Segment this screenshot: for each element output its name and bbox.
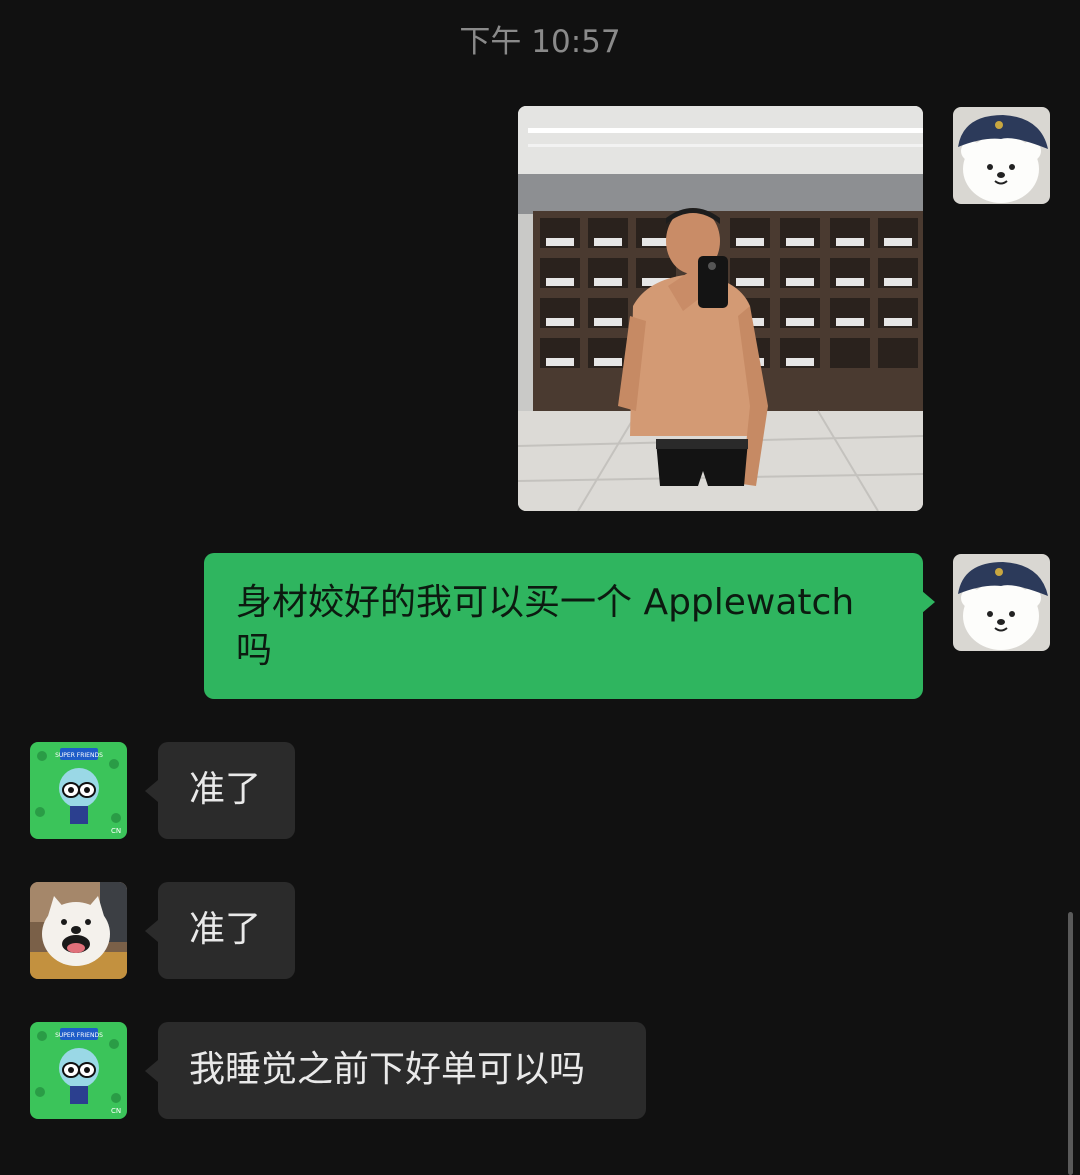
outgoing-message-bubble[interactable]: 身材姣好的我可以买一个 Applewatch 吗 — [204, 553, 923, 699]
svg-text:CN: CN — [111, 827, 121, 835]
bubble-tail — [145, 1060, 158, 1082]
incoming-message-bubble[interactable]: 我睡觉之前下好单可以吗 — [158, 1022, 646, 1119]
svg-text:CN: CN — [111, 1107, 121, 1115]
bubble-tail — [145, 780, 158, 802]
message-text: 我睡觉之前下好单可以吗 — [189, 1049, 586, 1090]
svg-text:SUPER FRIENDS: SUPER FRIENDS — [55, 752, 103, 759]
sent-photo[interactable] — [518, 106, 923, 511]
message-text: 准了 — [189, 769, 262, 810]
white-dog-icon[interactable] — [30, 882, 127, 979]
bubble-tail — [145, 920, 158, 942]
svg-text:SUPER FRIENDS: SUPER FRIENDS — [55, 1032, 103, 1039]
bear-with-cap-icon[interactable] — [953, 107, 1050, 204]
incoming-message-bubble[interactable]: 准了 — [158, 882, 295, 979]
message-timestamp: 下午 10:57 — [459, 24, 621, 60]
incoming-message-bubble[interactable]: 准了 — [158, 742, 295, 839]
message-text: 准了 — [189, 909, 262, 950]
cartoon-superhero-icon[interactable]: SUPER FRIENDS CN — [30, 742, 127, 839]
chat-screen: 下午 10:57 身材姣好的我可以买一个 Applewatch 吗 SUPER … — [0, 0, 1080, 1175]
cartoon-superhero-icon[interactable]: SUPER FRIENDS CN — [30, 1022, 127, 1119]
scrollbar[interactable] — [1068, 912, 1073, 1175]
bubble-tail — [922, 591, 935, 613]
message-text: 身材姣好的我可以买一个 Applewatch 吗 — [236, 582, 855, 671]
gym-mirror-selfie-image — [518, 106, 923, 511]
bear-with-cap-icon[interactable] — [953, 554, 1050, 651]
